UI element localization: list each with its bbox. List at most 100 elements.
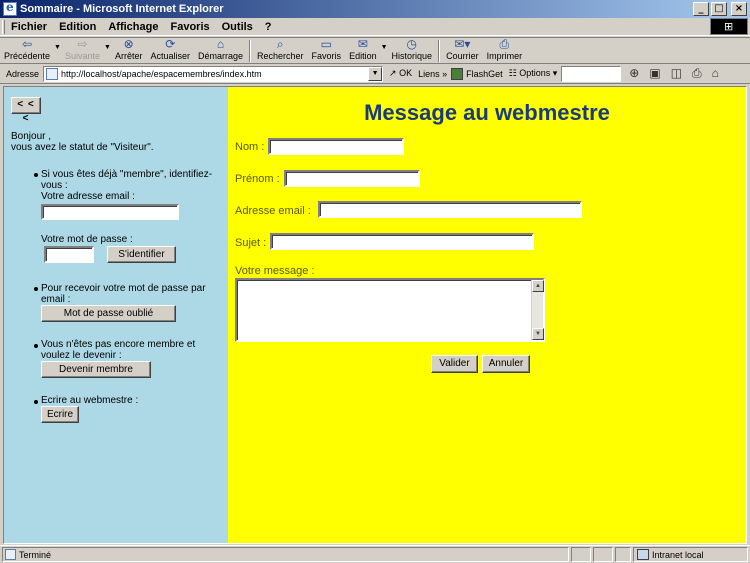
menu-file[interactable]: Fichier xyxy=(5,21,53,33)
back-button[interactable]: ⇦ Précédente xyxy=(0,38,54,64)
toolbar-separator xyxy=(249,40,252,62)
refresh-button[interactable]: ⟳ Actualiser xyxy=(146,38,194,64)
submit-button[interactable]: Valider xyxy=(431,355,478,373)
message-textarea[interactable]: ▲ ▼ xyxy=(235,278,545,342)
menu-help[interactable]: ? xyxy=(259,21,278,33)
edit-dropdown-icon[interactable]: ▼ xyxy=(381,44,388,51)
menu-favorites[interactable]: Favoris xyxy=(164,21,215,33)
status-main: Terminé xyxy=(2,547,569,562)
bullet-icon xyxy=(34,344,38,348)
menu-view[interactable]: Affichage xyxy=(102,21,164,33)
status-text: Terminé xyxy=(19,549,52,560)
status-cell xyxy=(571,547,591,562)
status-cell xyxy=(593,547,613,562)
window-title-bar: Sommaire - Microsoft Internet Explorer _… xyxy=(0,0,750,18)
back-dropdown-icon[interactable]: ▼ xyxy=(54,44,61,51)
forward-dropdown-icon[interactable]: ▼ xyxy=(104,44,111,51)
page-done-icon xyxy=(5,549,16,560)
search-globe-icon[interactable]: ⊕ xyxy=(629,66,639,81)
maximize-button[interactable]: □ xyxy=(711,2,727,16)
highlight-icon[interactable]: ▣ xyxy=(649,66,660,81)
address-label: Adresse xyxy=(6,68,40,79)
scroll-down-icon[interactable]: ▼ xyxy=(532,328,544,340)
forgot-password-text: Pour recevoir votre mot de passe par ema… xyxy=(41,283,206,305)
search-button[interactable]: ⌕ Rechercher xyxy=(253,38,308,64)
bullet-icon xyxy=(34,287,38,291)
page-title: Message au webmestre xyxy=(364,100,610,125)
message-scrollbar[interactable]: ▲ ▼ xyxy=(531,280,544,340)
search-icon: ⌕ xyxy=(276,37,284,51)
print-icon[interactable]: ⎙ xyxy=(692,66,702,81)
subject-input[interactable] xyxy=(270,233,534,250)
history-icon: ◷ xyxy=(406,37,418,51)
favorites-button[interactable]: ▭ Favoris xyxy=(308,38,346,64)
password-label: Votre mot de passe : xyxy=(41,234,133,245)
firstname-label: Prénom : xyxy=(235,173,280,185)
menu-edit[interactable]: Edition xyxy=(53,21,102,33)
become-member-button[interactable]: Devenir membre xyxy=(41,361,151,378)
join-text: Vous n'êtes pas encore membre et voulez … xyxy=(41,339,196,361)
scroll-up-icon[interactable]: ▲ xyxy=(532,280,544,292)
email-input[interactable] xyxy=(318,201,582,218)
close-button[interactable]: × xyxy=(731,2,747,16)
address-input[interactable]: http://localhost/apache/espacemembres/in… xyxy=(43,65,384,82)
right-frame: Message au webmestre Nom : Prénom : Adre… xyxy=(228,87,746,543)
stop-button[interactable]: ⊗ Arrêter xyxy=(111,38,147,64)
browser-content: < < < Bonjour , vous avez le statut de "… xyxy=(3,86,747,544)
message-label: Votre message : xyxy=(235,265,315,277)
name-label: Nom : xyxy=(235,141,265,153)
forward-arrow-icon: ⇨ xyxy=(77,37,88,51)
status-bar: Terminé Intranet local xyxy=(0,545,750,563)
menu-tools[interactable]: Outils xyxy=(216,21,259,33)
home-icon: ⌂ xyxy=(216,37,225,51)
back-arrow-icon: ⇦ xyxy=(21,37,33,51)
password-input[interactable] xyxy=(44,246,94,263)
bullet-icon xyxy=(34,173,38,177)
login-button[interactable]: S'identifier xyxy=(107,246,176,263)
flashget-button[interactable]: FlashGet xyxy=(451,67,503,80)
cancel-button[interactable]: Annuler xyxy=(482,355,530,373)
ie-logo-icon xyxy=(3,0,17,16)
member-login-text: Si vous êtes déjà "membre", identifiez- … xyxy=(41,169,213,202)
forward-button[interactable]: ⇨ Suivante xyxy=(61,38,104,64)
popup-icon[interactable]: ◫ xyxy=(671,66,682,81)
options-button[interactable]: ☷ Options ▾ xyxy=(509,68,558,79)
email-label: Adresse email : xyxy=(235,205,311,217)
mail-button[interactable]: ✉▾ Courrier xyxy=(442,38,483,64)
edit-button[interactable]: ✉ Edition xyxy=(345,38,381,64)
status-cell xyxy=(615,547,631,562)
home-button[interactable]: ⌂ Démarrage xyxy=(194,38,247,64)
subject-label: Sujet : xyxy=(235,237,267,249)
printer-icon: ⎙ xyxy=(499,37,510,51)
forgot-password-button[interactable]: Mot de passe oublié xyxy=(41,305,176,322)
print-button[interactable]: ⎙ Imprimer xyxy=(483,38,527,64)
toolbar-search-input[interactable] xyxy=(561,65,622,82)
go-button[interactable]: ↗ OK xyxy=(389,68,412,79)
home-small-icon[interactable]: ⌂ xyxy=(712,66,719,81)
minimize-button[interactable]: _ xyxy=(693,2,709,16)
page-icon xyxy=(46,67,59,80)
address-url: http://localhost/apache/espacemembres/in… xyxy=(61,68,262,79)
refresh-icon: ⟳ xyxy=(165,37,176,51)
links-button[interactable]: Liens » xyxy=(418,69,447,79)
windows-logo-icon xyxy=(710,18,748,35)
flashget-icon xyxy=(451,67,464,80)
window-title: Sommaire - Microsoft Internet Explorer xyxy=(20,3,224,15)
favorites-folder-icon: ▭ xyxy=(320,37,332,51)
menu-bar: Fichier Edition Affichage Favoris Outils… xyxy=(0,18,750,36)
write-button[interactable]: Ecrire xyxy=(41,406,79,423)
firstname-input[interactable] xyxy=(284,170,420,187)
security-zone: Intranet local xyxy=(633,547,748,562)
toolbar-separator xyxy=(438,40,441,62)
login-email-input[interactable] xyxy=(41,204,179,220)
edit-icon: ✉ xyxy=(357,37,368,51)
left-frame: < < < Bonjour , vous avez le statut de "… xyxy=(4,87,228,543)
address-bar: Adresse http://localhost/apache/espaceme… xyxy=(0,64,750,84)
standard-toolbar: ⇦ Précédente ▼ ⇨ Suivante ▼ ⊗ Arrêter ⟳ … xyxy=(0,37,750,64)
history-button[interactable]: ◷ Historique xyxy=(388,38,437,64)
address-dropdown-icon[interactable]: ▼ xyxy=(368,66,383,81)
name-input[interactable] xyxy=(268,138,404,155)
greeting: Bonjour , vous avez le statut de "Visite… xyxy=(11,131,154,153)
intranet-icon xyxy=(637,549,649,560)
collapse-button[interactable]: < < < xyxy=(11,97,41,124)
